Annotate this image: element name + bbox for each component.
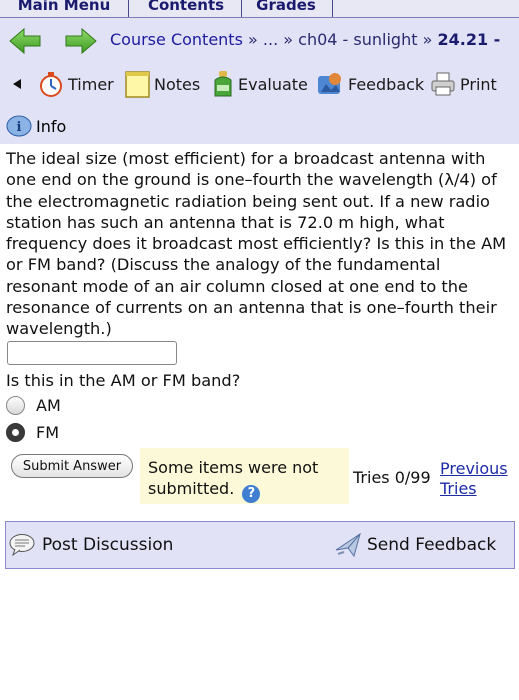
previous-tries-link[interactable]: Previous Tries	[440, 459, 508, 499]
print-button[interactable]: Print	[430, 70, 497, 98]
send-feedback-label: Send Feedback	[367, 535, 497, 555]
tool-row: Timer Notes Evaluate Feedback Print	[0, 70, 519, 100]
info-label: Info	[36, 116, 67, 136]
tab-divider	[241, 0, 242, 17]
band-question: Is this in the AM or FM band?	[6, 371, 241, 390]
option-fm-label: FM	[36, 422, 60, 442]
status-line-2: submitted.	[148, 479, 235, 498]
triangle-left-icon	[13, 79, 21, 89]
evaluate-button[interactable]: Evaluate	[212, 70, 308, 98]
stopwatch-icon	[40, 72, 62, 97]
printer-icon	[431, 72, 455, 96]
print-label: Print	[460, 74, 497, 94]
back-arrow-icon[interactable]	[8, 27, 42, 55]
feedback-label: Feedback	[348, 74, 425, 94]
status-line-1: Some items were not	[148, 458, 319, 477]
submission-status: Some items were not submitted. ?	[140, 448, 349, 504]
timer-button[interactable]: Timer	[38, 70, 114, 98]
post-discussion-label: Post Discussion	[42, 535, 174, 555]
breadcrumb-separator: »	[422, 30, 433, 49]
previous-tries-line-2: Tries	[440, 479, 477, 498]
evaluate-label: Evaluate	[238, 74, 308, 94]
radio-fm[interactable]	[6, 422, 25, 442]
svg-text:i: i	[17, 120, 22, 135]
breadcrumb-ellipsis[interactable]: ...	[263, 30, 278, 49]
tab-divider	[128, 0, 129, 17]
tries-counter: Tries 0/99	[353, 468, 431, 487]
option-am-label: AM	[36, 395, 61, 415]
forward-arrow-icon[interactable]	[64, 27, 98, 55]
discussion-bar: Post Discussion Send Feedback	[5, 521, 515, 569]
previous-tries-line-1: Previous	[440, 459, 508, 478]
feedback-icon	[318, 73, 341, 94]
tab-divider	[332, 0, 333, 17]
timer-label: Timer	[68, 74, 114, 94]
problem-statement: The ideal size (most efficient) for a br…	[6, 149, 507, 339]
evaluate-icon	[214, 71, 232, 97]
navigation-row: Course Contents » ... » ch04 - sunlight …	[0, 25, 519, 55]
breadcrumb-course-contents[interactable]: Course Contents	[110, 30, 243, 49]
send-feedback-button[interactable]: Send Feedback	[334, 532, 496, 558]
info-button[interactable]: i Info	[6, 114, 66, 138]
send-feedback-icon	[335, 532, 361, 558]
notes-button[interactable]: Notes	[125, 70, 200, 98]
post-discussion-button[interactable]: Post Discussion	[9, 532, 173, 558]
submit-answer-button[interactable]: Submit Answer	[11, 454, 133, 478]
radio-am[interactable]	[6, 395, 25, 415]
help-icon[interactable]: ?	[242, 485, 261, 503]
collapse-toggle[interactable]	[12, 70, 22, 98]
breadcrumb-separator: »	[283, 30, 294, 49]
option-fm[interactable]: FM	[6, 420, 59, 444]
answer-input[interactable]	[7, 341, 177, 365]
breadcrumb-chapter[interactable]: ch04 - sunlight	[298, 30, 417, 49]
tab-main-menu[interactable]: Main Menu	[8, 0, 120, 16]
breadcrumb-current: 24.21 -	[437, 30, 501, 49]
tab-grades[interactable]: Grades	[247, 0, 325, 16]
notes-label: Notes	[154, 74, 201, 94]
feedback-button[interactable]: Feedback	[316, 70, 424, 98]
speech-bubble-icon	[9, 534, 35, 557]
info-icon: i	[6, 115, 32, 137]
tab-contents[interactable]: Contents	[136, 0, 236, 16]
breadcrumb: Course Contents » ... » ch04 - sunlight …	[110, 30, 500, 49]
option-am[interactable]: AM	[6, 393, 61, 417]
main-tab-bar: Main Menu Contents Grades	[0, 0, 519, 18]
problem-header: Course Contents » ... » ch04 - sunlight …	[0, 18, 519, 144]
breadcrumb-separator: »	[248, 30, 258, 49]
notepad-icon	[125, 71, 150, 98]
